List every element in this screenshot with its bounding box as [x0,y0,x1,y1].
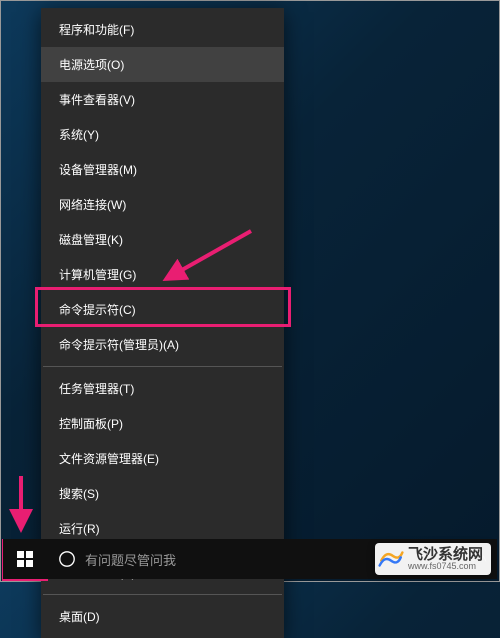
menu-separator [43,366,282,367]
menu-item-label: 运行(R) [59,522,100,536]
menu-item-label: 电源选项(O) [59,58,124,72]
menu-item-2[interactable]: 事件查看器(V) [41,82,284,117]
watermark-title: 飞沙系统网 [408,547,483,562]
menu-item-19[interactable]: 桌面(D) [41,599,284,634]
watermark-url: www.fs0745.com [408,562,483,571]
menu-item-label: 网络连接(W) [59,198,126,212]
menu-item-label: 命令提示符(管理员)(A) [59,338,179,352]
menu-item-9[interactable]: 命令提示符(管理员)(A) [41,327,284,362]
cortana-circle-icon [58,550,76,568]
menu-item-5[interactable]: 网络连接(W) [41,187,284,222]
menu-item-12[interactable]: 控制面板(P) [41,406,284,441]
windows-logo-icon [17,551,33,567]
menu-item-11[interactable]: 任务管理器(T) [41,371,284,406]
cortana-placeholder-text[interactable]: 有问题尽管问我 [85,550,176,569]
menu-item-14[interactable]: 搜索(S) [41,476,284,511]
menu-item-4[interactable]: 设备管理器(M) [41,152,284,187]
watermark-logo-icon [378,546,404,572]
menu-item-8[interactable]: 命令提示符(C) [41,292,284,327]
menu-item-label: 控制面板(P) [59,417,123,431]
menu-item-label: 任务管理器(T) [59,382,134,396]
watermark: 飞沙系统网 www.fs0745.com [375,543,491,575]
menu-item-label: 计算机管理(G) [59,268,136,282]
cortana-button[interactable] [47,539,87,579]
menu-item-0[interactable]: 程序和功能(F) [41,12,284,47]
menu-item-3[interactable]: 系统(Y) [41,117,284,152]
menu-item-1[interactable]: 电源选项(O) [41,47,284,82]
menu-item-7[interactable]: 计算机管理(G) [41,257,284,292]
menu-separator [43,594,282,595]
menu-item-label: 程序和功能(F) [59,23,134,37]
menu-item-label: 系统(Y) [59,128,99,142]
menu-item-label: 磁盘管理(K) [59,233,123,247]
menu-item-label: 文件资源管理器(E) [59,452,159,466]
menu-item-label: 桌面(D) [59,610,100,624]
menu-item-label: 设备管理器(M) [59,163,137,177]
menu-item-13[interactable]: 文件资源管理器(E) [41,441,284,476]
menu-item-6[interactable]: 磁盘管理(K) [41,222,284,257]
menu-item-label: 事件查看器(V) [59,93,135,107]
start-button[interactable] [3,539,47,579]
menu-item-label: 搜索(S) [59,487,99,501]
menu-item-label: 命令提示符(C) [59,303,136,317]
